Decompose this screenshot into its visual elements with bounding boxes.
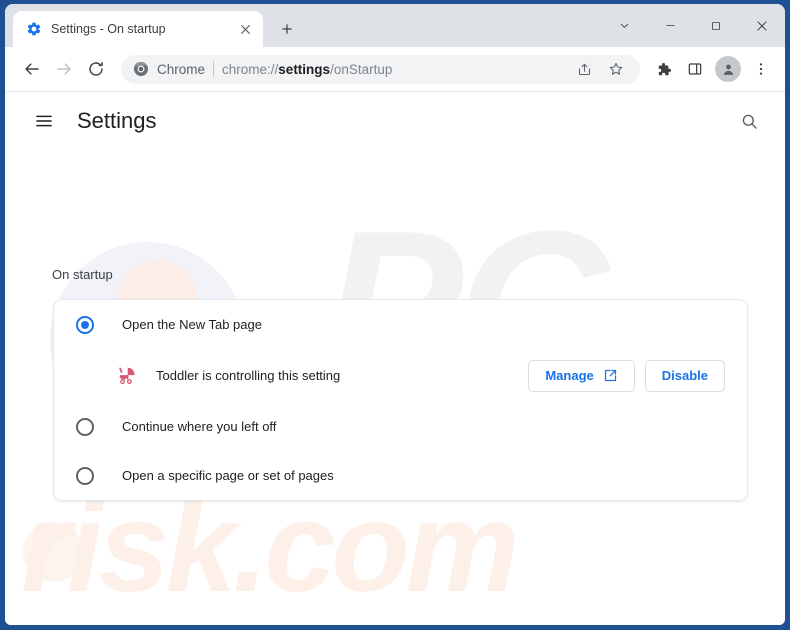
chevron-down-icon[interactable] [601,9,647,42]
section-label: On startup [52,267,113,282]
tab-strip: Settings - On startup [5,4,785,47]
share-icon[interactable] [572,57,596,81]
browser-toolbar: Chrome chrome://settings/onStartup [5,47,785,92]
minimize-icon[interactable] [647,9,693,42]
url-prefix: chrome:// [222,61,279,77]
disable-button[interactable]: Disable [644,359,725,392]
settings-gear-icon [25,21,42,38]
close-window-icon[interactable] [739,9,785,42]
tab-title: Settings - On startup [51,22,166,36]
omnibox-url[interactable]: chrome://settings/onStartup [222,62,564,77]
startup-option-label: Continue where you left off [122,419,277,434]
extension-action-buttons: Manage Disable [528,359,725,392]
url-bold-segment: settings [278,61,331,77]
maximize-icon[interactable] [693,9,739,42]
on-startup-card: Open the New Tab page Toddler is control… [53,299,748,501]
extension-notice-text: Toddler is controlling this setting [156,368,341,383]
settings-page: PC risk.com Settings On startup [5,92,785,625]
browser-window-frame: Settings - On startup Chrome chrome://se… [0,0,790,630]
reload-icon[interactable] [81,54,111,84]
url-suffix: /onStartup [330,61,393,77]
close-icon[interactable] [235,19,255,39]
disable-button-label: Disable [661,368,708,383]
window-controls [601,4,785,47]
side-panel-icon[interactable] [680,54,710,84]
browser-tab[interactable]: Settings - On startup [13,11,263,47]
manage-button[interactable]: Manage [528,359,635,392]
omnibox-chip-label: Chrome [157,61,206,77]
startup-option-label: Open a specific page or set of pages [122,468,334,483]
baby-stroller-icon [116,365,138,387]
puzzle-piece-icon[interactable] [648,54,678,84]
new-tab-button[interactable] [273,15,301,43]
browser-window-body: Settings - On startup Chrome chrome://se… [5,4,785,625]
page-title: Settings [77,108,157,133]
omnibox[interactable]: Chrome chrome://settings/onStartup [121,54,640,84]
forward-arrow-icon[interactable] [49,54,79,84]
startup-option-specific-pages[interactable]: Open a specific page or set of pages [54,451,747,500]
omnibox-divider [213,61,215,77]
profile-avatar-icon[interactable] [715,56,741,82]
radio-button-unselected[interactable] [76,417,94,436]
search-icon[interactable] [733,105,765,137]
startup-option-label: Open the New Tab page [122,317,262,332]
three-dot-menu-icon[interactable] [746,54,776,84]
settings-header: Settings [5,92,785,150]
startup-option-continue[interactable]: Continue where you left off [54,402,747,451]
hamburger-menu-icon[interactable] [29,106,59,136]
external-link-icon [603,368,618,383]
extension-control-notice: Toddler is controlling this setting Mana… [54,349,747,402]
watermark-secondary: risk.com [21,476,519,619]
chrome-logo-icon [133,61,149,77]
radio-button-selected[interactable] [76,315,94,334]
manage-button-label: Manage [545,368,594,383]
back-arrow-icon[interactable] [17,54,47,84]
startup-option-new-tab[interactable]: Open the New Tab page [54,300,747,349]
radio-button-unselected[interactable] [76,466,94,485]
star-icon[interactable] [604,57,628,81]
